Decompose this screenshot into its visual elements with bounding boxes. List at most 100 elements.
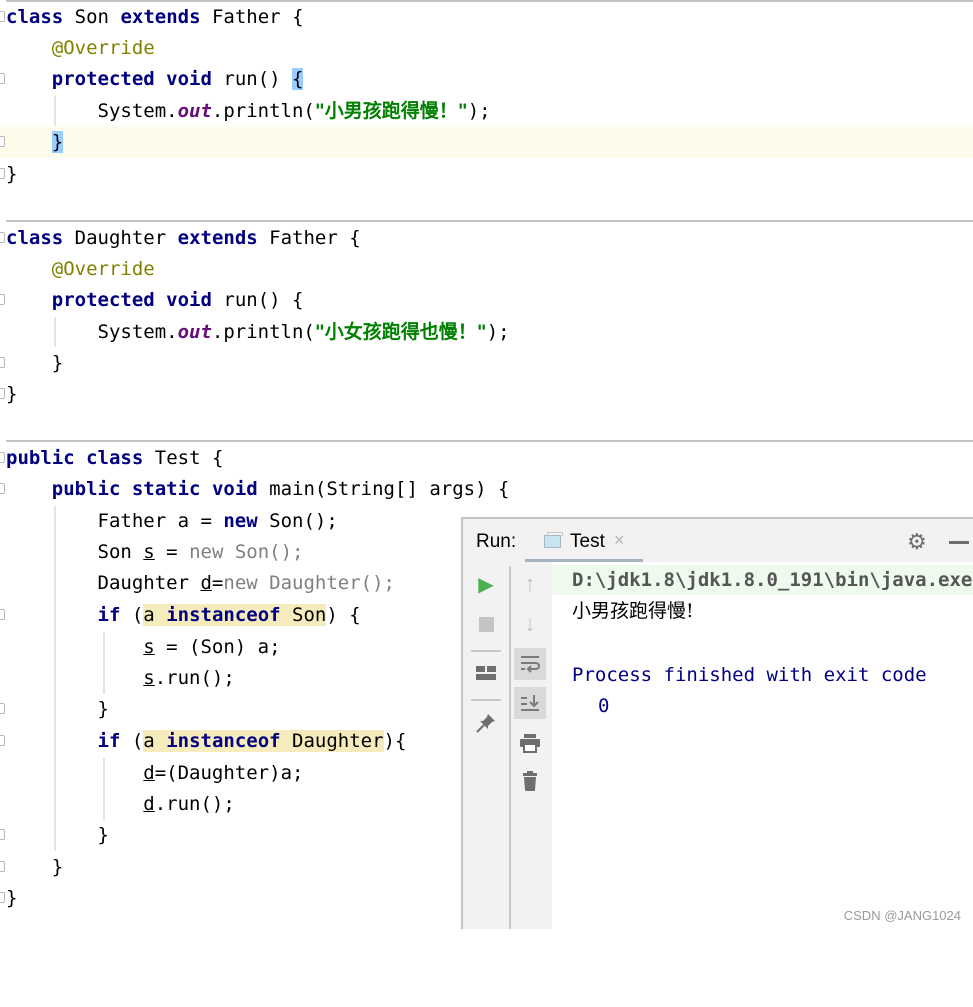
fold-icon[interactable] [0, 609, 5, 620]
program-output: 小男孩跑得慢! [572, 600, 694, 622]
rerun-button[interactable]: ▶ [470, 568, 502, 600]
keyword: class [6, 6, 64, 28]
code-line: class Son extends Father { [0, 2, 973, 33]
variable: s [143, 667, 155, 689]
fold-icon[interactable] [0, 452, 5, 463]
method-name: run() [223, 68, 293, 90]
scroll-down-button[interactable]: ↓ [514, 608, 546, 640]
toolbar-divider [471, 650, 501, 652]
code-text: ( [120, 604, 144, 626]
annotation: @Override [51, 37, 155, 59]
brace: } [6, 163, 18, 185]
code-text: ) { [326, 604, 361, 626]
clear-all-button[interactable] [514, 765, 546, 797]
fold-icon[interactable] [0, 168, 5, 179]
code-line: System.out.println("小男孩跑得慢！"); [0, 96, 973, 127]
static-field: out [177, 321, 212, 343]
keyword: void [211, 478, 258, 500]
method-name: main(String[] args) { [269, 478, 510, 500]
print-button[interactable] [514, 727, 546, 759]
fold-icon[interactable] [0, 357, 5, 368]
pin-tab-button[interactable] [470, 707, 502, 739]
code-text: .run(); [154, 667, 235, 689]
run-toolbar-primary: ▶ [463, 562, 508, 929]
static-field: out [177, 100, 212, 122]
scroll-up-button[interactable]: ↑ [514, 568, 546, 600]
keyword: instanceof [166, 604, 281, 626]
fold-icon[interactable] [0, 294, 5, 305]
code-text: System. [97, 321, 178, 343]
code-text: .println( [211, 100, 315, 122]
code-text: ){ [383, 730, 407, 752]
fold-icon[interactable] [0, 73, 5, 84]
brace: { [349, 227, 361, 249]
matched-brace: } [51, 131, 64, 153]
keyword: extends [177, 227, 258, 249]
keyword: static [131, 478, 201, 500]
minimize-icon[interactable] [949, 541, 969, 544]
java-command: D:\jdk1.8\jdk1.8.0_191\bin\java.exe [572, 569, 973, 591]
fold-icon[interactable] [0, 483, 5, 494]
code-text: Son [97, 541, 144, 563]
variable: d [143, 793, 155, 815]
brace: } [97, 698, 109, 720]
class-name: Father [269, 227, 338, 249]
console-output[interactable]: D:\jdk1.8\jdk1.8.0_191\bin\java.exe 小男孩跑… [552, 562, 973, 929]
code-line: class Daughter extends Father { [0, 223, 973, 254]
arrow-up-icon: ↑ [524, 571, 536, 596]
method-separator [6, 220, 973, 222]
layout-icon [476, 666, 496, 680]
fold-icon[interactable] [0, 232, 5, 243]
soft-wrap-toggle[interactable] [514, 648, 546, 680]
redundant-code: new Son(); [189, 541, 304, 563]
run-header: Run: Test × ⚙ [463, 519, 973, 563]
play-icon: ▶ [478, 573, 494, 596]
annotation: @Override [51, 258, 155, 280]
method-name: run() { [223, 289, 304, 311]
run-toolbar-secondary: ↑ ↓ [511, 562, 552, 929]
class-name: Test { [154, 447, 224, 469]
scroll-to-end-toggle[interactable] [514, 687, 546, 719]
code-text: Father a = [97, 510, 224, 532]
layout-button[interactable] [470, 657, 502, 689]
keyword: instanceof [166, 730, 281, 752]
close-icon[interactable]: × [614, 530, 625, 551]
redundant-code: new Daughter(); [223, 572, 395, 594]
watermark: CSDN @JANG1024 [843, 908, 961, 923]
fold-icon[interactable] [0, 388, 5, 399]
brace: { [292, 6, 304, 28]
brace: } [51, 352, 64, 374]
fold-icon[interactable] [0, 892, 5, 903]
exit-code: 0 [598, 695, 610, 717]
code-text: ); [467, 100, 491, 122]
printer-icon [520, 734, 540, 753]
fold-icon[interactable] [0, 136, 5, 147]
keyword: if [97, 730, 121, 752]
keyword: if [97, 604, 121, 626]
keyword: extends [120, 6, 201, 28]
soft-wrap-icon [521, 656, 540, 673]
stop-button[interactable] [470, 608, 502, 640]
toolbar-divider [471, 699, 501, 701]
console-tab-icon [544, 532, 563, 548]
fold-icon[interactable] [0, 11, 5, 22]
tab-test[interactable]: Test × [525, 519, 643, 563]
tab-label: Test [570, 531, 605, 552]
stop-icon [478, 616, 494, 632]
keyword: class [86, 447, 144, 469]
brace: } [6, 887, 18, 909]
fold-icon[interactable] [0, 861, 5, 872]
variable: s [143, 636, 155, 658]
keyword: public [51, 478, 121, 500]
code-text: =(Daughter)a; [154, 762, 304, 784]
code-line: } [0, 159, 973, 190]
keyword: class [6, 227, 64, 249]
keyword: public [6, 447, 75, 469]
fold-icon[interactable] [0, 735, 5, 746]
run-tool-window: Run: Test × ⚙ ▶ ↑ ↓ D:\jdk1.8\jdk1.8.0_1… [461, 517, 973, 929]
gear-icon[interactable]: ⚙ [907, 531, 927, 553]
string-literal: "小女孩跑得也慢！" [314, 321, 487, 343]
code-text: = [154, 541, 190, 563]
fold-icon[interactable] [0, 703, 5, 714]
fold-icon[interactable] [0, 829, 5, 840]
